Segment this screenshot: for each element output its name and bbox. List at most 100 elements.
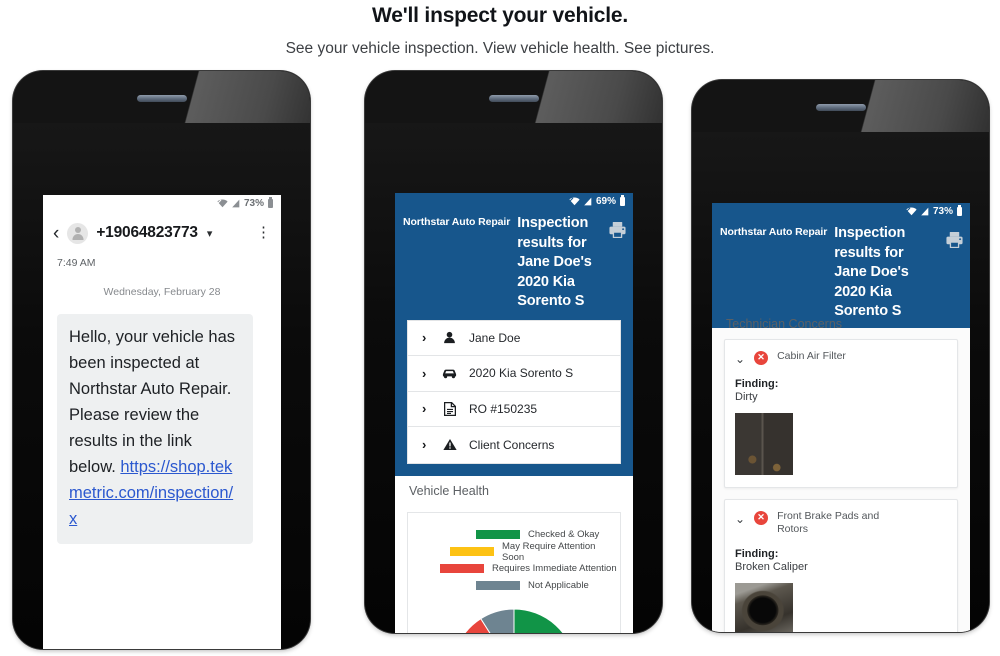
legend-item: May Require Attention Soon	[416, 540, 620, 563]
concern-header[interactable]: ⌄ ✕ Cabin Air Filter	[735, 350, 947, 366]
error-x-icon: ✕	[754, 510, 769, 525]
vehicle-health-donut-chart	[408, 607, 620, 633]
battery-percent: 73%	[243, 198, 264, 209]
phone-concerns: 73% Northstar Auto Repair Inspection res…	[692, 80, 989, 632]
legend-label: Requires Immediate Attention	[492, 563, 617, 574]
signal-icon	[584, 197, 592, 206]
status-bar: 73%	[43, 195, 281, 212]
inspection-screen: 69% Northstar Auto Repair Inspection res…	[395, 193, 633, 633]
inspection-title: Inspection results for Jane Doe's 2020 K…	[517, 215, 592, 309]
accordion-label: Jane Doe	[469, 330, 521, 345]
section-title-vehicle-health: Vehicle Health	[409, 483, 489, 498]
vehicle-health-section: Vehicle Health Checked & Okay May Requir…	[395, 475, 633, 633]
signal-icon	[232, 199, 240, 208]
legend-swatch-not-applicable	[476, 581, 520, 590]
cabin-air-filter-photo[interactable]	[735, 412, 793, 475]
battery-percent: 73%	[932, 206, 953, 217]
contact-phone-number[interactable]: +19064823773	[96, 224, 198, 242]
finding-value: Dirty	[735, 390, 758, 403]
chevron-down-icon[interactable]: ▾	[207, 227, 213, 240]
chevron-down-icon[interactable]: ⌄	[735, 510, 745, 526]
message-text: Hello, your vehicle has been inspected a…	[69, 328, 235, 476]
status-bar: 73%	[712, 203, 970, 220]
concern-card-cabin-air-filter[interactable]: ⌄ ✕ Cabin Air Filter Finding: Dirty	[724, 338, 958, 488]
shop-brand-name: Northstar Auto Repair	[403, 216, 511, 228]
phone-speaker	[815, 104, 866, 111]
date-divider: Wednesday, February 28	[103, 286, 221, 298]
back-chevron-icon[interactable]: ‹	[53, 224, 59, 243]
legend-item: Not Applicable	[416, 578, 620, 594]
status-icons	[216, 199, 240, 208]
wifi-icon	[216, 199, 228, 208]
app-header: Northstar Auto Repair Inspection results…	[712, 220, 970, 328]
brake-caliper-photo[interactable]	[735, 582, 793, 632]
finding-label: Finding:	[735, 377, 779, 390]
chevron-right-icon: ›	[422, 365, 427, 381]
concern-card-front-brake-pads[interactable]: ⌄ ✕ Front Brake Pads and Rotors Finding:…	[724, 498, 958, 632]
overflow-menu-icon[interactable]: ⋮	[256, 225, 271, 240]
accordion-label: RO #150235	[469, 401, 538, 416]
concern-name: Front Brake Pads and Rotors	[777, 509, 880, 535]
phone-inspection: 69% Northstar Auto Repair Inspection res…	[365, 71, 662, 633]
chevron-right-icon: ›	[422, 437, 427, 453]
photo-thumbnail	[735, 412, 793, 475]
legend-item: Requires Immediate Attention	[416, 561, 620, 577]
summary-accordion: › Jane Doe › 2020 Kia Sorento S › RO #15…	[407, 319, 621, 464]
photo-thumbnail	[735, 582, 793, 632]
chevron-right-icon: ›	[422, 401, 427, 417]
message-timestamp: 7:49 AM	[57, 257, 96, 269]
concerns-screen: 73% Northstar Auto Repair Inspection res…	[712, 203, 970, 632]
concern-header[interactable]: ⌄ ✕ Front Brake Pads and Rotors	[735, 510, 947, 536]
phone-sms: 73% ‹ +19064823773 ▾ ⋮ 7:49 AM Wednesday…	[13, 71, 310, 649]
page-title: We'll inspect your vehicle.	[372, 4, 628, 27]
donut-svg	[464, 607, 564, 633]
warning-triangle-icon	[442, 438, 457, 451]
sms-screen: 73% ‹ +19064823773 ▾ ⋮ 7:49 AM Wednesday…	[43, 195, 281, 649]
phone-speaker	[488, 95, 539, 102]
accordion-row-customer[interactable]: › Jane Doe	[408, 321, 620, 356]
error-x-icon: ✕	[754, 350, 769, 365]
accordion-row-vehicle[interactable]: › 2020 Kia Sorento S	[408, 356, 620, 392]
page-root: We'll inspect your vehicle. See your veh…	[0, 0, 1000, 656]
finding-label: Finding:	[735, 547, 779, 560]
sms-conversation-header: ‹ +19064823773 ▾ ⋮	[43, 212, 281, 254]
person-icon	[442, 331, 457, 344]
chart-legend: Checked & Okay May Require Attention Soo…	[408, 527, 620, 594]
message-bubble: Hello, your vehicle has been inspected a…	[57, 314, 253, 544]
concerns-scroll-area[interactable]: Technician Concerns ⌄ ✕ Cabin Air Filter…	[712, 317, 970, 632]
document-icon	[442, 401, 457, 416]
battery-icon	[957, 205, 962, 216]
concern-list: ⌄ ✕ Cabin Air Filter Finding: Dirty ⌄ ✕ …	[712, 338, 970, 632]
wifi-icon	[568, 197, 580, 206]
phone-speaker	[136, 95, 187, 102]
accordion-row-client-concerns[interactable]: › Client Concerns	[408, 427, 620, 463]
vehicle-health-card: Checked & Okay May Require Attention Soo…	[407, 511, 621, 633]
accordion-label: 2020 Kia Sorento S	[469, 366, 574, 381]
contact-avatar	[67, 222, 89, 244]
accordion-label: Client Concerns	[469, 437, 555, 452]
page-subtitle: See your vehicle inspection. View vehicl…	[285, 40, 715, 57]
chevron-right-icon: ›	[422, 330, 427, 346]
signal-icon	[921, 207, 929, 216]
concern-name: Cabin Air Filter	[777, 349, 846, 362]
legend-swatch-attention-soon	[450, 547, 494, 556]
printer-icon[interactable]	[608, 214, 627, 244]
status-icons	[568, 197, 592, 206]
app-header: Northstar Auto Repair Inspection results…	[395, 210, 633, 320]
legend-swatch-immediate-attention	[440, 564, 484, 573]
legend-swatch-checked-okay	[476, 530, 520, 539]
status-icons	[905, 207, 929, 216]
legend-label: May Require Attention Soon	[502, 540, 596, 563]
wifi-icon	[905, 207, 917, 216]
inspection-title: Inspection results for Jane Doe's 2020 K…	[834, 225, 909, 319]
status-bar: 69%	[395, 193, 633, 210]
legend-label: Checked & Okay	[528, 529, 600, 540]
finding-value: Broken Caliper	[735, 560, 808, 573]
accordion-row-repair-order[interactable]: › RO #150235	[408, 392, 620, 427]
chevron-down-icon[interactable]: ⌄	[735, 350, 745, 366]
printer-icon[interactable]	[945, 224, 964, 254]
car-icon	[442, 368, 457, 379]
shop-brand-name: Northstar Auto Repair	[720, 226, 828, 238]
battery-icon	[268, 197, 273, 208]
battery-icon	[620, 195, 625, 206]
